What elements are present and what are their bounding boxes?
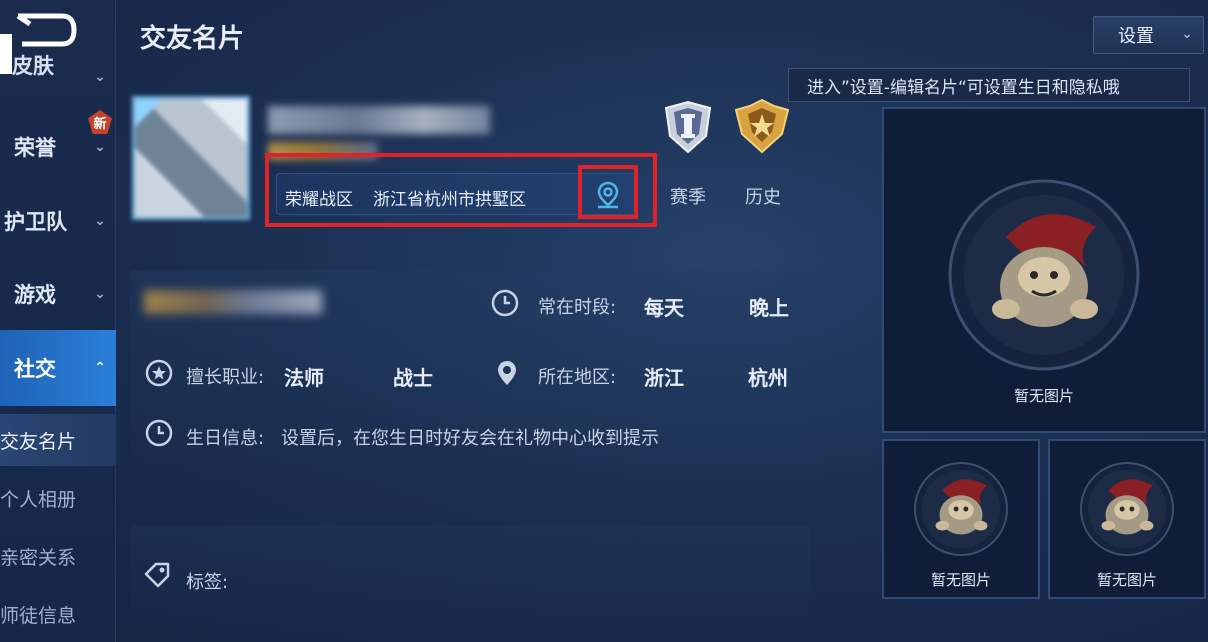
sub-item-intimacy[interactable]: 亲密关系 [0, 530, 116, 582]
sub-item-label: 师徒信息 [0, 604, 77, 627]
settings-tooltip: 进入”设置-编辑名片“可设置生日和隐私哦 [788, 68, 1190, 102]
photo-empty-caption: 暂无图片 [930, 571, 991, 589]
role-value-1: 法师 [284, 366, 324, 390]
sidebar-item-guard[interactable]: 护卫队 ⌄ [0, 198, 116, 244]
sidebar-item-label: 皮肤 [12, 54, 54, 78]
placeholder-hero-icon [948, 179, 1140, 371]
sidebar-item-label: 护卫队 [4, 210, 67, 234]
player-name-blurred [268, 106, 490, 134]
active-time-label: 常在时段: [538, 297, 617, 318]
chevron-down-icon: ⌄ [94, 213, 106, 229]
photo-empty-caption: 暂无图片 [1096, 571, 1157, 589]
star-icon [145, 359, 173, 387]
sub-item-friend-card[interactable]: 交友名片 [0, 414, 116, 466]
chevron-down-icon: ⌄ [1181, 26, 1193, 42]
sidebar-item-label: 荣誉 [14, 136, 56, 160]
sub-item-album[interactable]: 个人相册 [0, 472, 116, 524]
tags-label: 标签: [186, 572, 229, 593]
region-value-1: 浙江 [644, 366, 684, 390]
chevron-down-icon: ⌄ [94, 286, 106, 302]
sidebar-item-social[interactable]: 社交 ⌃ [0, 330, 116, 406]
active-time-value-1: 每天 [644, 296, 684, 320]
photo-slot-3[interactable]: 暂无图片 [1048, 439, 1206, 599]
settings-label: 设置 [1118, 26, 1154, 47]
location-icon [498, 361, 516, 385]
role-value-2: 战士 [393, 366, 433, 390]
page-title: 交友名片 [140, 24, 245, 54]
settings-dropdown[interactable]: 设置 ⌄ [1093, 16, 1204, 54]
sub-item-label: 交友名片 [0, 430, 77, 453]
placeholder-hero-icon [1079, 461, 1175, 557]
placeholder-hero-icon [913, 461, 1009, 557]
photo-slot-2[interactable]: 暂无图片 [882, 439, 1040, 599]
photo-slot-main[interactable]: 暂无图片 [882, 107, 1206, 433]
sub-item-mentor[interactable]: 师徒信息 [0, 588, 116, 640]
rank-info-blurred [144, 290, 322, 314]
birthday-clock-icon [145, 419, 173, 447]
sidebar-item-label: 游戏 [14, 283, 56, 307]
region-value-2: 杭州 [748, 366, 788, 390]
active-time-value-2: 晚上 [749, 296, 789, 320]
history-badge-icon[interactable] [732, 98, 792, 158]
back-button[interactable] [0, 8, 80, 54]
sub-item-label: 个人相册 [0, 488, 77, 511]
clock-icon [491, 289, 519, 317]
back-arrow-icon [16, 13, 77, 47]
sidebar-item-skin[interactable]: 皮肤 ⌄ [0, 54, 116, 100]
photo-empty-caption: 暂无图片 [1013, 387, 1074, 405]
region-label: 所在地区: [538, 367, 617, 388]
history-label: 历史 [745, 187, 781, 208]
avatar[interactable] [132, 96, 250, 220]
season-badge-icon[interactable] [658, 98, 718, 158]
sidebar-item-game[interactable]: 游戏 ⌄ [0, 271, 116, 317]
season-label: 赛季 [670, 187, 706, 208]
sidebar: 皮肤 ⌄ 荣誉 ⌄ 新 护卫队 ⌄ 游戏 ⌄ 社交 ⌃ 交友名片 个人相册 亲密… [0, 0, 116, 642]
chevron-down-icon: ⌄ [94, 139, 106, 155]
sidebar-item-label: 社交 [14, 357, 56, 381]
chevron-down-icon: ⌄ [94, 69, 106, 85]
location-pin-icon[interactable] [593, 180, 623, 210]
birthday-text: 设置后，在您生日时好友会在礼物中心收到提示 [281, 428, 659, 449]
tags-panel [130, 525, 810, 635]
sub-item-label: 亲密关系 [0, 546, 77, 569]
birthday-label: 生日信息: [186, 428, 265, 449]
tag-icon [144, 562, 170, 588]
role-label: 擅长职业: [186, 367, 265, 388]
chevron-up-icon: ⌃ [94, 360, 106, 376]
